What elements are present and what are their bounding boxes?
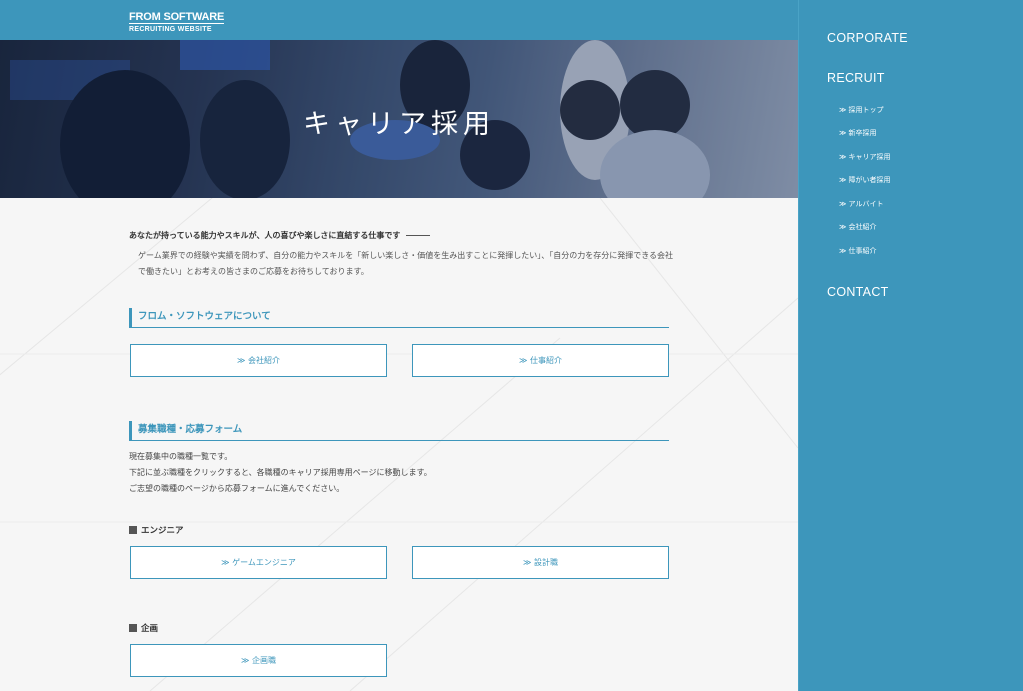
nav-career[interactable]: ≫ キャリア採用: [839, 152, 891, 162]
nav-jobs[interactable]: ≫ 仕事紹介: [839, 246, 877, 256]
page-title: キャリア採用: [303, 109, 495, 140]
category-engineer: エンジニア: [129, 524, 184, 536]
nav-new-graduate[interactable]: ≫ 新卒採用: [839, 128, 877, 138]
intro-lead: あなたが持っている能力やスキルが、人の喜びや楽しさに直結する仕事です: [129, 230, 431, 241]
recruit-heading: 募集職種・応募フォーム: [129, 421, 669, 441]
lead-dash: [406, 235, 431, 236]
about-heading: フロム・ソフトウェアについて: [129, 308, 669, 328]
intro-lead-text: あなたが持っている能力やスキルが、人の喜びや楽しさに直結する仕事です: [129, 231, 401, 240]
nav-disability[interactable]: ≫ 障がい者採用: [839, 175, 891, 185]
planner-button[interactable]: ≫ 企画職: [130, 644, 387, 677]
square-bullet-icon: [129, 526, 137, 534]
nav-recruit-top[interactable]: ≫ 採用トップ: [839, 105, 884, 115]
nav-corporate[interactable]: CORPORATE: [827, 31, 908, 45]
intro-description: ゲーム業界での経験や実績を問わず、自分の能力やスキルを「新しい楽しさ・価値を生み…: [138, 251, 674, 276]
design-engineer-button[interactable]: ≫ 設計職: [412, 546, 669, 579]
main-content: あなたが持っている能力やスキルが、人の喜びや楽しさに直結する仕事です ゲーム業界…: [0, 198, 798, 691]
site-logo[interactable]: FROM SOFTWARE RECRUITING WEBSITE: [129, 12, 224, 34]
nav-recruit[interactable]: RECRUIT: [827, 71, 885, 85]
hero-banner: キャリア採用: [0, 40, 798, 198]
job-intro-button[interactable]: ≫ 仕事紹介: [412, 344, 669, 377]
recruit-line-2: 下記に並ぶ職種をクリックすると、各職種のキャリア採用専用ページに移動します。: [129, 468, 432, 477]
game-engineer-button[interactable]: ≫ ゲームエンジニア: [130, 546, 387, 579]
company-intro-button[interactable]: ≫ 会社紹介: [130, 344, 387, 377]
square-bullet-icon: [129, 624, 137, 632]
nav-part-time[interactable]: ≫ アルバイト: [839, 199, 883, 209]
recruit-line-1: 現在募集中の職種一覧です。: [129, 452, 233, 461]
category-planning-label: 企画: [141, 624, 159, 634]
side-navigation: CORPORATE RECRUIT ≫ 採用トップ ≫ 新卒採用 ≫ キャリア採…: [798, 0, 1023, 691]
recruit-line-3: ご志望の職種のページから応募フォームに進んでください。: [129, 484, 345, 493]
category-planning: 企画: [129, 622, 158, 634]
logo-main-text: FROM SOFTWARE: [129, 11, 225, 23]
nav-contact[interactable]: CONTACT: [827, 285, 889, 299]
site-header: FROM SOFTWARE RECRUITING WEBSITE: [0, 0, 798, 40]
nav-company[interactable]: ≫ 会社紹介: [839, 222, 877, 232]
logo-sub-text: RECRUITING WEBSITE: [129, 23, 225, 34]
category-engineer-label: エンジニア: [141, 526, 184, 536]
